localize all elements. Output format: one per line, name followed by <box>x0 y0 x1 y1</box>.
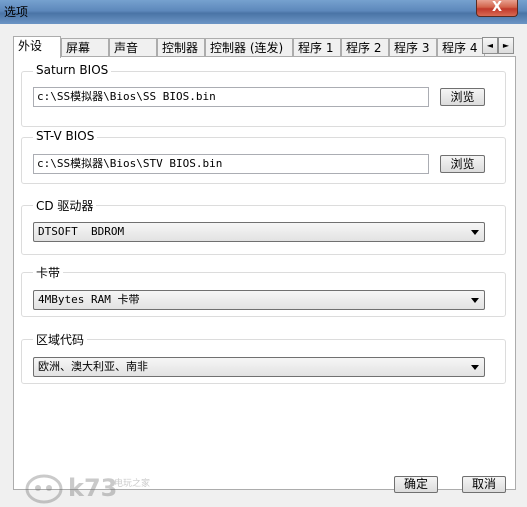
region-title: 区域代码 <box>33 331 88 348</box>
saturn-bios-browse-button[interactable]: 浏览 <box>440 88 485 106</box>
close-button[interactable]: X <box>476 0 518 17</box>
chevron-down-icon <box>471 365 479 370</box>
cartridge-title: 卡带 <box>33 264 64 281</box>
tab-controller[interactable]: 控制器 <box>157 38 205 56</box>
cd-drive-select[interactable]: DTSOFT BDROM <box>33 222 485 242</box>
tab-controller-turbo[interactable]: 控制器 (连发) <box>205 38 293 56</box>
cd-drive-value: DTSOFT BDROM <box>38 225 125 238</box>
cd-drive-group: CD 驱动器 DTSOFT BDROM <box>21 197 506 255</box>
tab-peripherals[interactable]: 外设 <box>13 36 61 58</box>
stv-bios-title: ST-V BIOS <box>33 129 98 143</box>
tab-program-4[interactable]: 程序 4 <box>437 38 485 56</box>
tab-program-2[interactable]: 程序 2 <box>341 38 389 56</box>
tab-program-3[interactable]: 程序 3 <box>389 38 437 56</box>
stv-bios-group: ST-V BIOS c:\SS模拟器\Bios\STV BIOS.bin 浏览 <box>21 129 506 184</box>
tab-scroll-right-icon[interactable]: ► <box>498 37 514 54</box>
watermark-subtext: 电玩之家 <box>114 477 150 489</box>
region-value: 欧洲、澳大利亚、南非 <box>38 360 148 373</box>
cartridge-group: 卡带 4MBytes RAM 卡带 <box>21 264 506 317</box>
region-select[interactable]: 欧洲、澳大利亚、南非 <box>33 357 485 377</box>
cd-drive-title: CD 驱动器 <box>33 197 97 214</box>
saturn-bios-title: Saturn BIOS <box>33 63 112 77</box>
options-window: 选项 X 外设 屏幕 声音 控制器 控制器 (连发) 程序 1 程序 2 程序 … <box>0 0 527 507</box>
stv-bios-path-field[interactable]: c:\SS模拟器\Bios\STV BIOS.bin <box>33 154 429 174</box>
tab-strip: 外设 屏幕 声音 控制器 控制器 (连发) 程序 1 程序 2 程序 3 程序 … <box>13 36 493 58</box>
tab-screen[interactable]: 屏幕 <box>61 38 109 56</box>
window-title: 选项 <box>4 5 29 19</box>
chevron-down-icon <box>471 230 479 235</box>
tab-sound[interactable]: 声音 <box>109 38 157 56</box>
watermark-text: k73 <box>68 474 117 502</box>
close-icon: X <box>491 0 503 15</box>
tab-scroll-left-icon[interactable]: ◄ <box>482 37 498 54</box>
tab-program-1[interactable]: 程序 1 <box>293 38 341 56</box>
ok-button[interactable]: 确定 <box>394 476 438 493</box>
cartridge-value: 4MBytes RAM 卡带 <box>38 293 140 306</box>
chevron-down-icon <box>471 298 479 303</box>
stv-bios-browse-button[interactable]: 浏览 <box>440 155 485 173</box>
saturn-bios-path-field[interactable]: c:\SS模拟器\Bios\SS BIOS.bin <box>33 87 429 107</box>
cartridge-select[interactable]: 4MBytes RAM 卡带 <box>33 290 485 310</box>
dialog-client: 外设 屏幕 声音 控制器 控制器 (连发) 程序 1 程序 2 程序 3 程序 … <box>4 24 523 504</box>
cancel-button[interactable]: 取消 <box>462 476 506 493</box>
region-group: 区域代码 欧洲、澳大利亚、南非 <box>21 331 506 384</box>
k73-watermark-logo: k73 电玩之家 <box>25 474 150 504</box>
saturn-bios-group: Saturn BIOS c:\SS模拟器\Bios\SS BIOS.bin 浏览 <box>21 63 506 127</box>
title-bar[interactable]: 选项 X <box>0 0 527 24</box>
